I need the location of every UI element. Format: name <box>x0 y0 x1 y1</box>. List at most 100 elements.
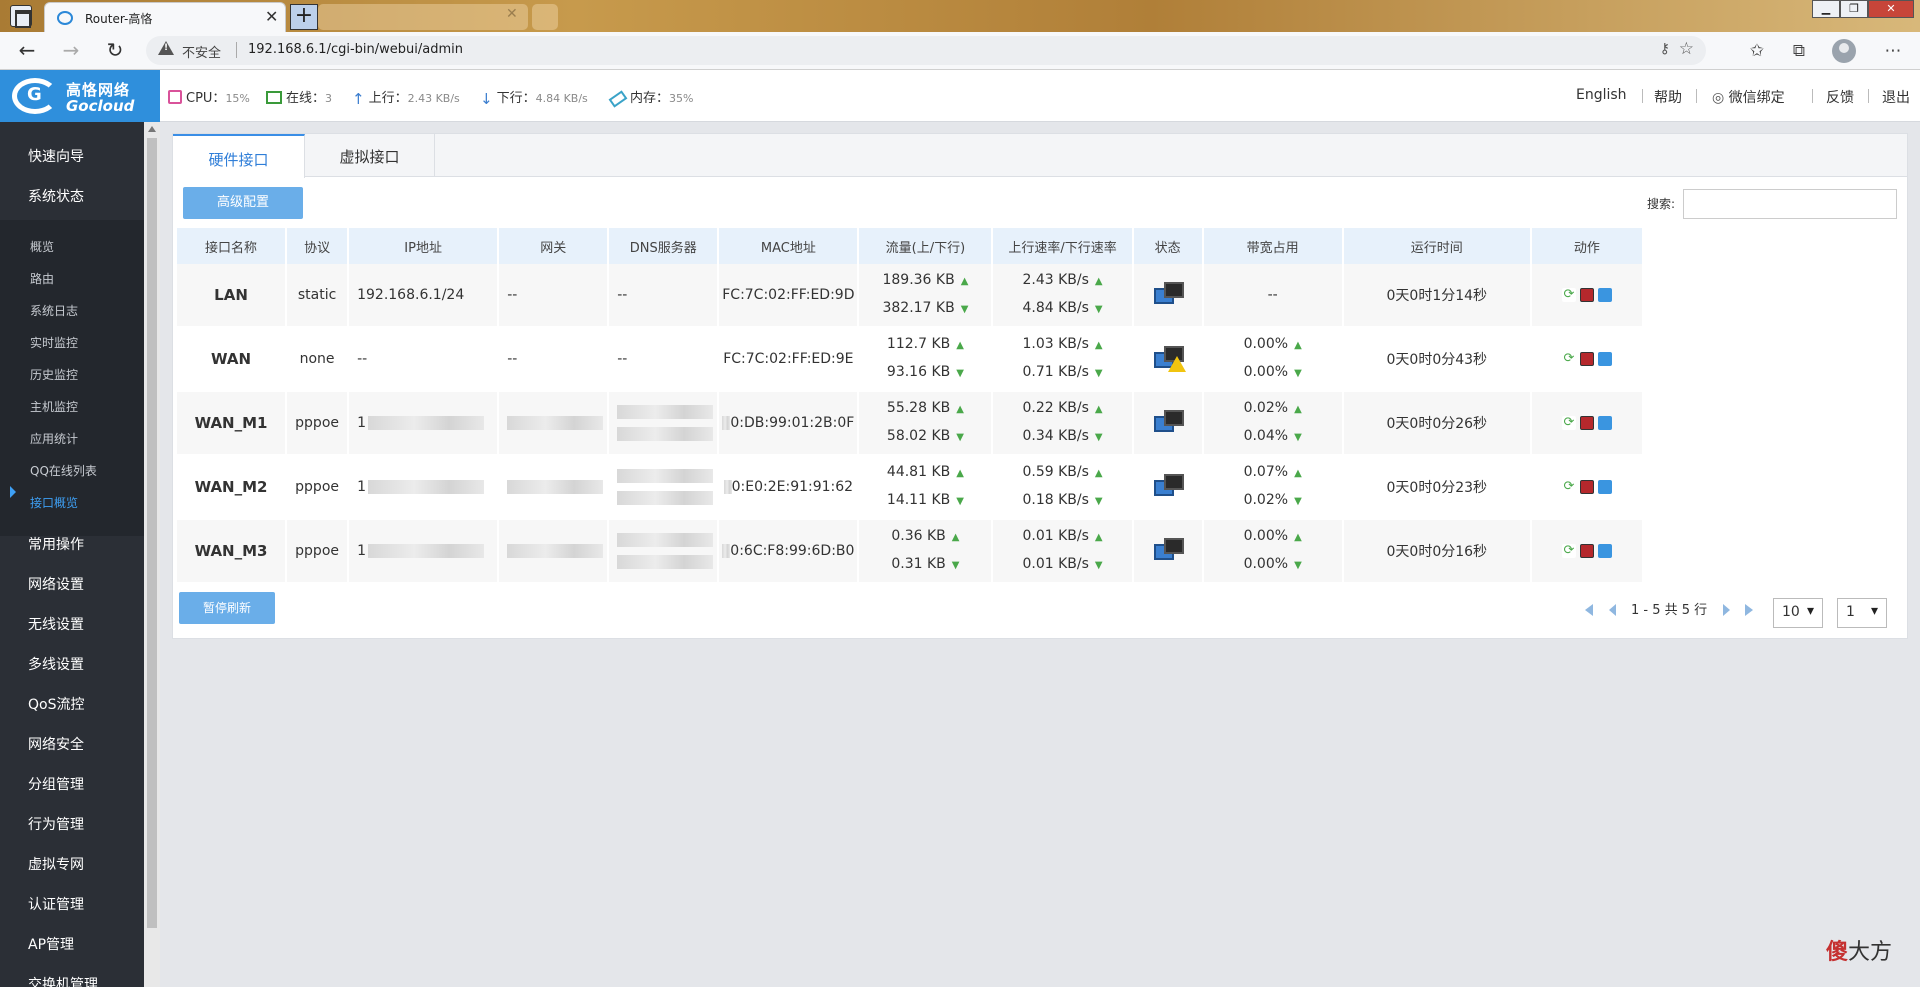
browser-tab-background[interactable] <box>532 4 558 30</box>
next-page-icon[interactable] <box>1723 604 1730 616</box>
submenu-overview[interactable]: 概览 <box>30 238 54 255</box>
monitor-icon[interactable] <box>1579 352 1594 366</box>
feedback-link[interactable]: 反馈 <box>1826 87 1854 107</box>
monitor-icon[interactable] <box>1579 416 1594 430</box>
col-header[interactable]: 动作 <box>1531 228 1642 264</box>
menu-network-security[interactable]: 网络安全 <box>28 734 84 754</box>
submenu-system-log[interactable]: 系统日志 <box>30 302 78 319</box>
down-arrow-icon: ▼ <box>1094 304 1103 315</box>
collections-icon[interactable]: ⧉ <box>1786 38 1812 64</box>
col-header[interactable]: 状态 <box>1133 228 1202 264</box>
menu-ap-management[interactable]: AP管理 <box>28 934 74 954</box>
refresh-icon[interactable]: ⟳ <box>1561 544 1576 558</box>
submenu-app-stats[interactable]: 应用统计 <box>30 430 78 447</box>
col-header[interactable]: IP地址 <box>349 228 498 264</box>
favorites-icon[interactable]: ✩ <box>1744 38 1770 64</box>
ip-address: 1 <box>349 456 498 520</box>
menu-qos[interactable]: QoS流控 <box>28 694 84 714</box>
menu-system-status[interactable]: 系统状态 <box>28 186 84 206</box>
more-menu-icon[interactable]: ⋯ <box>1880 38 1906 64</box>
reload-icon[interactable]: ↻ <box>102 38 128 64</box>
close-window-icon[interactable]: ✕ <box>1868 0 1914 18</box>
refresh-icon[interactable]: ⟳ <box>1561 416 1576 430</box>
col-header[interactable]: MAC地址 <box>719 228 858 264</box>
first-page-icon[interactable] <box>1585 604 1593 616</box>
scrollbar-thumb[interactable] <box>147 138 157 928</box>
col-header[interactable]: 带宽占用 <box>1203 228 1342 264</box>
new-tab-icon[interactable]: + <box>290 4 318 30</box>
menu-auth-management[interactable]: 认证管理 <box>28 894 84 914</box>
edit-icon[interactable] <box>1597 288 1612 302</box>
down-arrow-icon: ▼ <box>960 304 969 315</box>
monitor-icon[interactable] <box>1579 288 1594 302</box>
help-link[interactable]: 帮助 <box>1654 87 1682 107</box>
col-header[interactable]: 接口名称 <box>177 228 286 264</box>
down-arrow-icon: ▼ <box>956 368 964 379</box>
edit-icon[interactable] <box>1597 480 1612 494</box>
submenu-route[interactable]: 路由 <box>30 270 54 287</box>
logout-link[interactable]: 退出 <box>1882 87 1910 107</box>
browser-tab-active[interactable]: Router-高恪 ✕ <box>44 2 286 32</box>
submenu-realtime-monitor[interactable]: 实时监控 <box>30 334 78 351</box>
refresh-icon[interactable]: ⟳ <box>1561 288 1576 302</box>
page-size-select[interactable]: 10 <box>1773 598 1823 628</box>
favorite-star-icon[interactable]: ☆ <box>1679 39 1694 59</box>
status-bar: CPU：15% 在线：3 ↑ 上行：2.43 KB/s ↓ 下行：4.84 KB/s… <box>160 70 1920 122</box>
page-number-select[interactable]: 1 <box>1837 598 1887 628</box>
prev-page-icon[interactable] <box>1609 604 1616 616</box>
url-field[interactable]: 不安全 192.168.6.1/cgi-bin/webui/admin ⚷ ☆ <box>146 36 1706 65</box>
minimize-icon[interactable]: ▁ <box>1812 0 1840 18</box>
scroll-up-icon[interactable] <box>148 126 156 132</box>
col-header[interactable]: 协议 <box>287 228 348 264</box>
monitor-icon[interactable] <box>1579 480 1594 494</box>
menu-multiline-settings[interactable]: 多线设置 <box>28 654 84 674</box>
rate: 0.59 KB/s ▲ 0.18 KB/s ▼ <box>993 456 1132 520</box>
sidebar-scrollbar[interactable] <box>144 122 160 987</box>
menu-group-management[interactable]: 分组管理 <box>28 774 84 794</box>
menu-behavior-management[interactable]: 行为管理 <box>28 814 84 834</box>
close-tab-icon[interactable]: ✕ <box>506 6 518 22</box>
tab-virtual-interface[interactable]: 虚拟接口 <box>305 134 435 177</box>
submenu-history-monitor[interactable]: 历史监控 <box>30 366 78 383</box>
gocloud-logo[interactable]: 高恪网络 Gocloud <box>0 70 160 122</box>
wechat-bind-link[interactable]: ◎ 微信绑定 <box>1712 87 1785 107</box>
english-link[interactable]: English <box>1576 87 1627 103</box>
advanced-config-button[interactable]: 高级配置 <box>183 187 303 219</box>
monitor-icon[interactable] <box>1579 544 1594 558</box>
col-header[interactable]: 网关 <box>499 228 608 264</box>
browser-tab-background[interactable]: ✕ <box>318 4 528 30</box>
refresh-icon[interactable]: ⟳ <box>1561 352 1576 366</box>
edit-icon[interactable] <box>1597 352 1612 366</box>
submenu-qq-online[interactable]: QQ在线列表 <box>30 462 97 479</box>
redacted-dns <box>617 469 714 483</box>
menu-network-settings[interactable]: 网络设置 <box>28 574 84 594</box>
gateway <box>499 456 608 520</box>
refresh-icon[interactable]: ⟳ <box>1561 480 1576 494</box>
menu-common-ops[interactable]: 常用操作 <box>28 534 84 554</box>
menu-switch-management[interactable]: 交换机管理 <box>28 974 98 987</box>
interface-name: LAN <box>177 264 286 328</box>
key-icon[interactable]: ⚷ <box>1660 41 1670 57</box>
tab-actions-icon[interactable] <box>10 5 32 28</box>
last-page-icon[interactable] <box>1745 604 1753 616</box>
back-icon[interactable]: ← <box>14 38 40 64</box>
menu-quick-wizard[interactable]: 快速向导 <box>28 146 84 166</box>
menu-wireless-settings[interactable]: 无线设置 <box>28 614 84 634</box>
col-header[interactable]: 运行时间 <box>1343 228 1530 264</box>
search-input[interactable] <box>1683 189 1897 219</box>
profile-avatar-icon[interactable] <box>1832 39 1856 63</box>
col-header[interactable]: 流量(上/下行) <box>859 228 992 264</box>
online-status[interactable]: 在线：3 <box>266 87 332 106</box>
edit-icon[interactable] <box>1597 416 1612 430</box>
col-header[interactable]: 上行速率/下行速率 <box>993 228 1132 264</box>
submenu-interface-overview[interactable]: 接口概览 <box>30 494 78 511</box>
maximize-icon[interactable]: ❐ <box>1840 0 1868 18</box>
col-header[interactable]: DNS服务器 <box>609 228 718 264</box>
edit-icon[interactable] <box>1597 544 1612 558</box>
tab-hardware-interface[interactable]: 硬件接口 <box>173 134 305 178</box>
close-tab-icon[interactable]: ✕ <box>265 7 278 26</box>
menu-vpn[interactable]: 虚拟专网 <box>28 854 84 874</box>
pause-refresh-button[interactable]: 暂停刷新 <box>179 592 275 624</box>
submenu-host-monitor[interactable]: 主机监控 <box>30 398 78 415</box>
forward-icon[interactable]: → <box>58 38 84 64</box>
